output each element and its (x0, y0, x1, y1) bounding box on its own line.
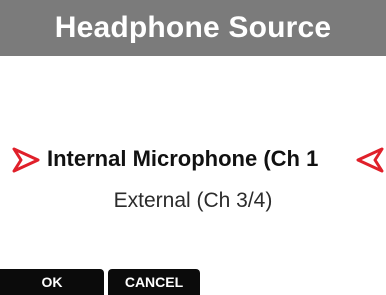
option-external[interactable]: External (Ch 3/4) (0, 189, 386, 213)
selection-arrow-left-icon (12, 147, 40, 173)
option-internal-microphone-label: Internal Microphone (Ch 1 (47, 146, 319, 171)
option-list: Internal Microphone (Ch 1 External (Ch 3… (0, 56, 386, 266)
selection-arrow-right-icon (356, 147, 384, 173)
title-bar: Headphone Source (0, 0, 386, 56)
option-external-label: External (Ch 3/4) (113, 189, 273, 212)
ok-button[interactable]: OK (0, 269, 104, 295)
page-title: Headphone Source (54, 11, 332, 44)
cancel-button[interactable]: CANCEL (108, 269, 200, 295)
softkey-bar: OK CANCEL (0, 267, 386, 295)
headphone-source-screen: Headphone Source Internal Microphone (Ch… (0, 0, 386, 295)
